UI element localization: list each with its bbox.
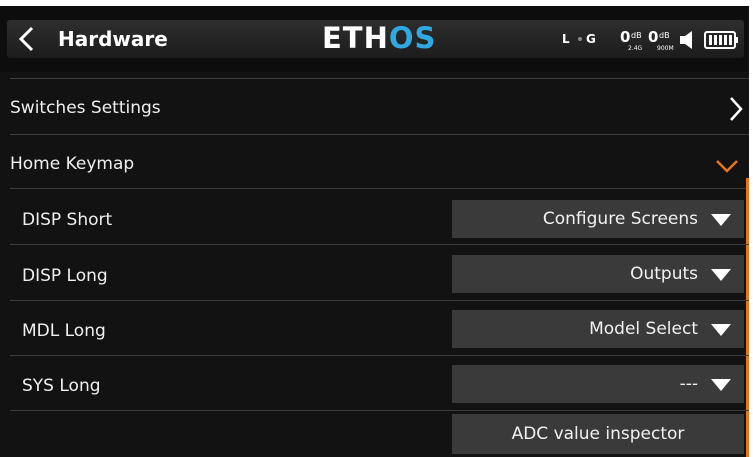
band-2g4-label: 2.4G [628,45,643,52]
keymap-row-label: MDL Long [22,321,106,341]
logo-accent-text: OS [388,21,437,55]
divider [10,134,749,135]
divider [10,78,749,79]
rssi-900-unit: dB [659,31,670,40]
scrollbar[interactable] [746,178,749,457]
status-dot-icon [578,37,582,41]
disp-long-dropdown[interactable]: Outputs [452,255,744,293]
dropdown-value: Model Select [589,319,698,339]
dropdown-arrow-icon [711,214,731,226]
dropdown-value: Outputs [630,264,698,284]
divider [10,244,749,245]
chevron-down-icon[interactable] [715,158,739,174]
divider [10,188,749,189]
chevron-right-icon[interactable] [728,96,744,122]
keymap-row-label: DISP Long [22,266,108,286]
band-900-label: 900M [657,45,674,52]
keymap-row-label: SYS Long [22,376,101,396]
dropdown-arrow-icon [711,269,731,281]
page-title: Hardware [58,27,168,51]
divider [10,410,749,411]
rssi-2g4-unit: dB [631,31,642,40]
logo-main-text: ETH [322,21,389,55]
divider [10,300,749,301]
rssi-900-value: 0 [648,28,659,46]
switches-settings-row[interactable]: Switches Settings [10,97,161,119]
adc-value-inspector-button[interactable]: ADC value inspector [452,414,744,454]
disp-short-dropdown[interactable]: Configure Screens [452,200,744,238]
divider [10,355,749,356]
header: Hardware ETHOS L G 0 dB 2.4G 0 dB 900M [0,6,749,72]
battery-icon [704,31,738,49]
back-arrow-icon[interactable] [16,26,38,52]
gps-status: G [586,32,596,46]
volume-icon [680,31,692,49]
rssi-2g4-value: 0 [620,28,631,46]
dropdown-value: Configure Screens [542,209,698,229]
receiver-status: L [562,32,570,46]
dropdown-value: --- [679,374,698,394]
keymap-row-label: DISP Short [22,210,113,230]
sys-long-dropdown[interactable]: --- [452,365,744,403]
dropdown-arrow-icon [711,324,731,336]
ethos-logo: ETHOS [322,21,436,55]
screen: Hardware ETHOS L G 0 dB 2.4G 0 dB 900M S… [0,6,749,457]
home-keymap-section[interactable]: Home Keymap [10,153,134,175]
dropdown-arrow-icon [711,379,731,391]
mdl-long-dropdown[interactable]: Model Select [452,310,744,348]
